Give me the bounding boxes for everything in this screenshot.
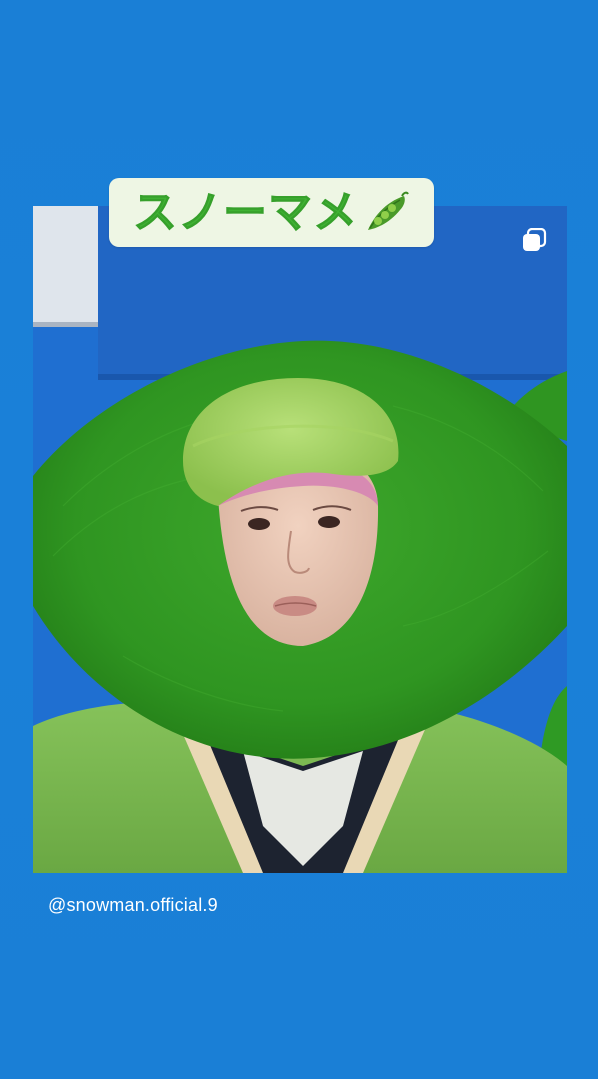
story-canvas: スノーマメ @snowman.official.9 (0, 0, 598, 1079)
stacked-squares-icon[interactable] (521, 228, 547, 254)
caption-sticker[interactable]: スノーマメ (109, 178, 434, 247)
account-handle[interactable]: @snowman.official.9 (48, 895, 218, 916)
shared-post[interactable] (33, 206, 567, 873)
caption-text: スノーマメ (133, 186, 358, 238)
post-photo (33, 206, 567, 873)
peapod-icon (368, 191, 409, 230)
